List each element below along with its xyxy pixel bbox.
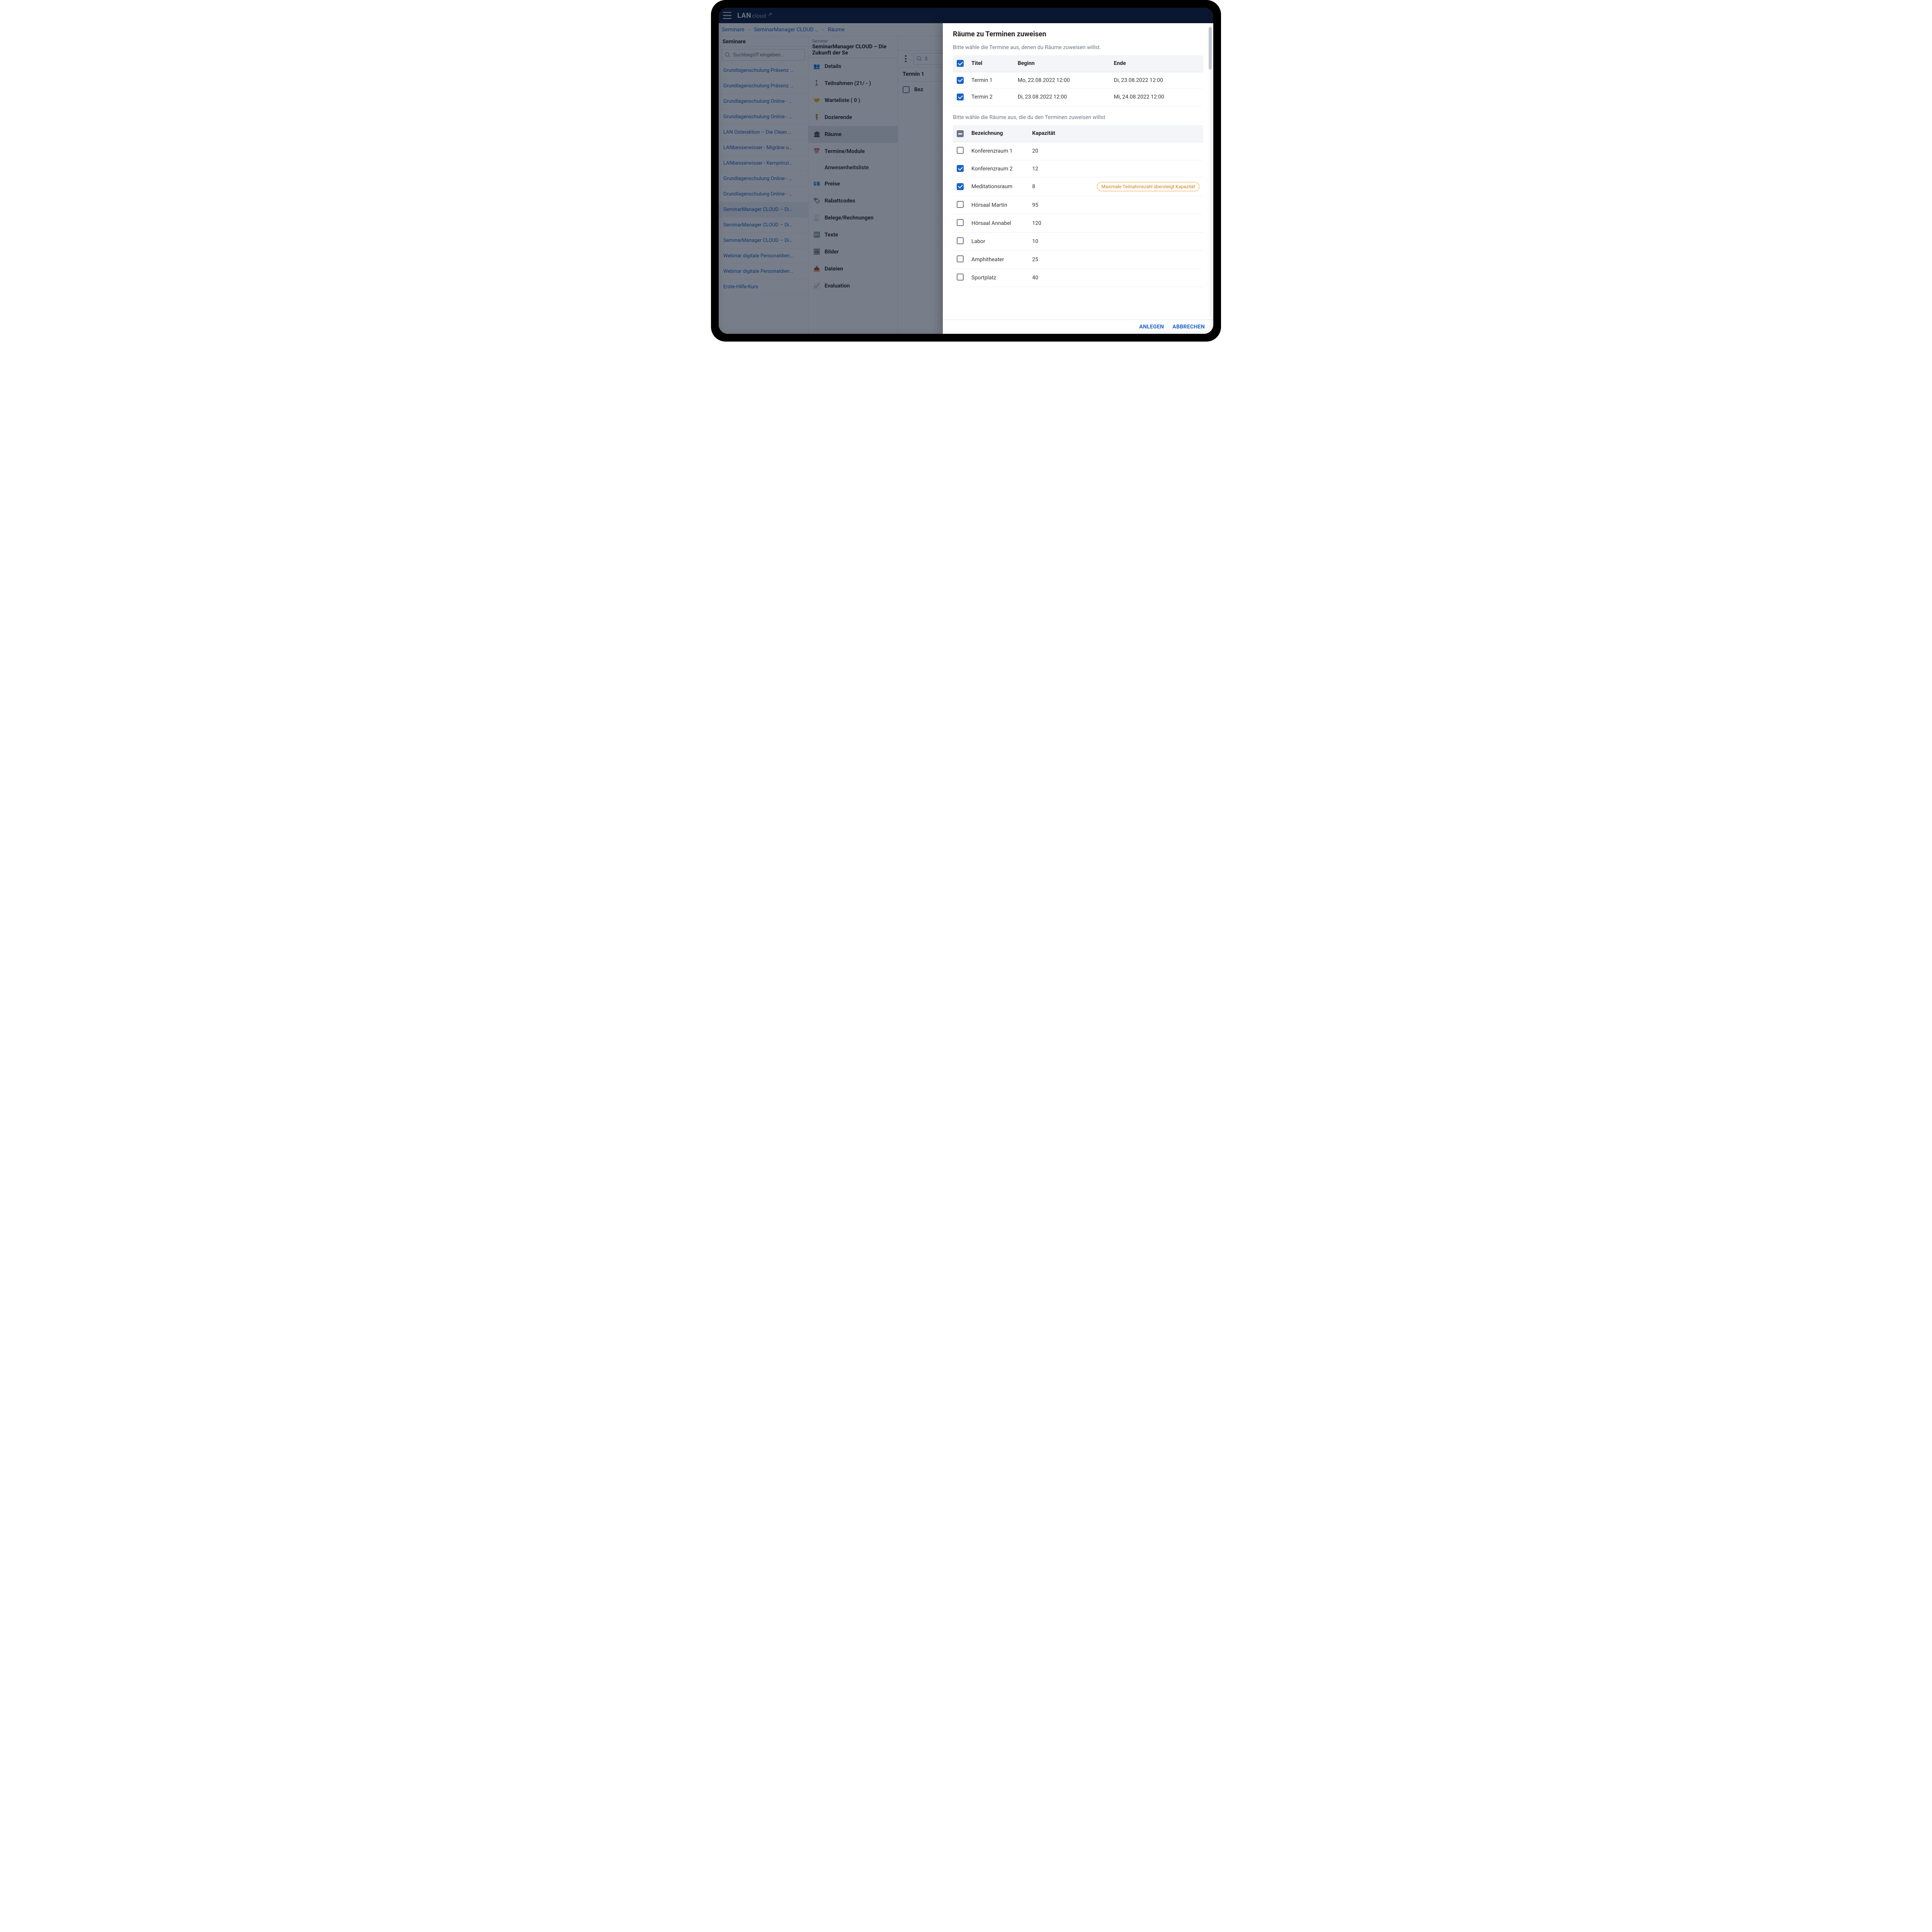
panel-title: Räume zu Terminen zuweisen [953, 30, 1203, 38]
cell-bezeichnung: Konferenzraum 1 [968, 142, 1028, 160]
cancel-button[interactable]: ABBRECHEN [1172, 324, 1205, 330]
cell-bezeichnung: Meditationsraum [968, 177, 1028, 196]
cell-bezeichnung: Labor [968, 232, 1028, 250]
cell-kapazitaet: 20 [1028, 142, 1066, 160]
cell-beginn: Di, 23.08.2022 12:00 [1014, 89, 1110, 106]
th-beginn: Beginn [1014, 55, 1110, 72]
raeume-table: Bezeichnung Kapazität Konferenzraum 120K… [953, 125, 1203, 287]
panel-body: Räume zu Terminen zuweisen Bitte wähle d… [943, 23, 1213, 320]
checkbox[interactable] [957, 274, 964, 281]
cell-ende: Di, 23.08.2022 12:00 [1110, 72, 1204, 89]
cell-kapazitaet: 12 [1028, 160, 1066, 177]
cell-kapazitaet: 8 [1028, 177, 1066, 196]
cell-kapazitaet: 95 [1028, 196, 1066, 214]
cell-titel: Termin 1 [968, 72, 1014, 89]
cell-titel: Termin 2 [968, 89, 1014, 106]
checkbox[interactable] [957, 147, 964, 154]
checkbox[interactable] [957, 77, 964, 84]
panel-footer: ANLEGEN ABBRECHEN [943, 320, 1213, 334]
table-row: Labor10 [953, 232, 1203, 250]
termine-table: Titel Beginn Ende Termin 1Mo, 22.08.2022… [953, 55, 1203, 106]
assign-rooms-panel: Räume zu Terminen zuweisen Bitte wähle d… [943, 23, 1213, 334]
cell-warning: Maximale Teilnahmezahl übersteigt Kapazi… [1066, 177, 1203, 196]
device-frame: LAN cloud ↗ Seminare › SeminarManager CL… [711, 0, 1221, 342]
checkbox[interactable] [957, 201, 964, 208]
capacity-warning-badge: Maximale Teilnahmezahl übersteigt Kapazi… [1097, 182, 1199, 191]
th-kapazitaet: Kapazität [1028, 125, 1066, 142]
cell-kapazitaet: 10 [1028, 232, 1066, 250]
cell-warning [1066, 214, 1203, 232]
cell-bezeichnung: Hörsaal Martin [968, 196, 1028, 214]
checkbox[interactable] [957, 183, 964, 190]
screen: LAN cloud ↗ Seminare › SeminarManager CL… [719, 8, 1213, 334]
table-row: Hörsaal Annabel120 [953, 214, 1203, 232]
cell-kapazitaet: 40 [1028, 269, 1066, 287]
cell-bezeichnung: Sportplatz [968, 269, 1028, 287]
cell-beginn: Mo, 22.08.2022 12:00 [1014, 72, 1110, 89]
cell-bezeichnung: Hörsaal Annabel [968, 214, 1028, 232]
checkbox[interactable] [957, 94, 964, 100]
th-titel: Titel [968, 55, 1014, 72]
panel-hint: Bitte wähle die Termine aus, denen du Rä… [953, 44, 1203, 51]
th-bezeichnung: Bezeichnung [968, 125, 1028, 142]
cell-warning [1066, 196, 1203, 214]
checkbox[interactable] [957, 237, 964, 244]
table-row: Amphitheater25 [953, 250, 1203, 269]
cell-kapazitaet: 25 [1028, 250, 1066, 269]
table-row: Sportplatz40 [953, 269, 1203, 287]
table-row: Hörsaal Martin95 [953, 196, 1203, 214]
table-row: Termin 1Mo, 22.08.2022 12:00Di, 23.08.20… [953, 72, 1203, 89]
checkbox[interactable] [957, 219, 964, 226]
checkbox[interactable] [957, 255, 964, 262]
cell-warning [1066, 142, 1203, 160]
table-row: Konferenzraum 212 [953, 160, 1203, 177]
th-ende: Ende [1110, 55, 1204, 72]
cell-bezeichnung: Konferenzraum 2 [968, 160, 1028, 177]
cell-kapazitaet: 120 [1028, 214, 1066, 232]
scrollbar[interactable] [1209, 26, 1212, 316]
panel-hint: Bitte wähle die Räume aus, die du den Te… [953, 114, 1203, 121]
cell-warning [1066, 250, 1203, 269]
cell-warning [1066, 232, 1203, 250]
cell-bezeichnung: Amphitheater [968, 250, 1028, 269]
create-button[interactable]: ANLEGEN [1139, 324, 1164, 330]
checkbox[interactable] [957, 165, 964, 172]
cell-warning [1066, 160, 1203, 177]
cell-ende: Mi, 24.08.2022 12:00 [1110, 89, 1204, 106]
cell-warning [1066, 269, 1203, 287]
table-row: Konferenzraum 120 [953, 142, 1203, 160]
select-all-termine-checkbox[interactable] [957, 60, 964, 67]
select-all-rooms-checkbox[interactable] [957, 130, 964, 137]
table-row: Termin 2Di, 23.08.2022 12:00Mi, 24.08.20… [953, 89, 1203, 106]
table-row: Meditationsraum8 Maximale Teilnahmezahl ü… [953, 177, 1203, 196]
